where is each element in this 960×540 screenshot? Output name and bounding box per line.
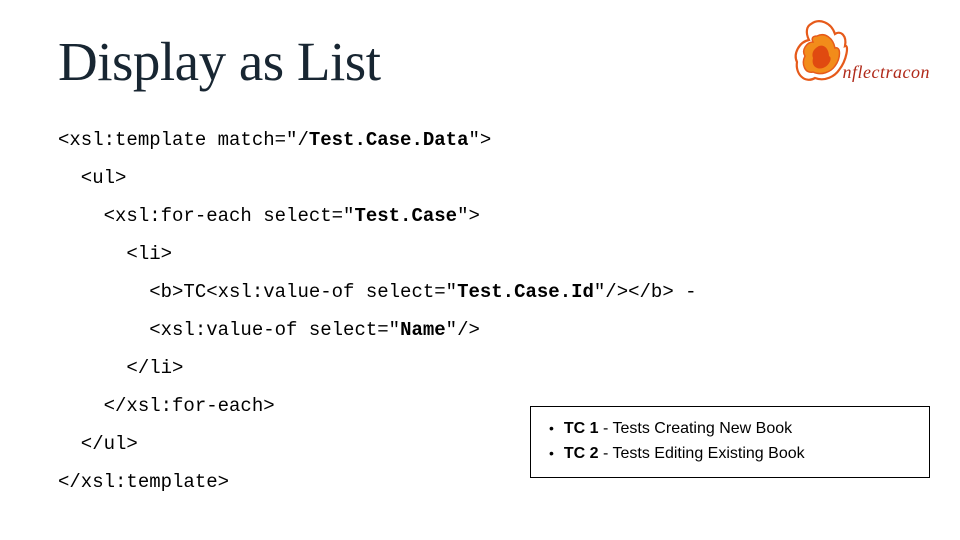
- code-text: ">: [468, 129, 491, 151]
- code-text: <xsl:value-of select=": [58, 319, 400, 341]
- slide-title: Display as List: [58, 30, 902, 93]
- output-box: • TC 1 - Tests Creating New Book • TC 2 …: [530, 406, 930, 478]
- code-bold: Test.Case.Id: [457, 281, 594, 303]
- code-text: "/>: [446, 319, 480, 341]
- bullet-icon: •: [549, 442, 554, 464]
- code-text: ">: [457, 205, 480, 227]
- code-text: </li>: [58, 357, 183, 379]
- output-name: Tests Creating New Book: [613, 420, 793, 437]
- code-text: <b>TC<xsl:value-of select=": [58, 281, 457, 303]
- code-text: <xsl:template match="/: [58, 129, 309, 151]
- code-text: <ul>: [58, 167, 126, 189]
- code-bold: Name: [400, 319, 446, 341]
- code-text: </xsl:for-each>: [58, 395, 275, 417]
- code-bold: Test.Case: [354, 205, 457, 227]
- output-id: TC 2: [564, 445, 599, 462]
- code-bold: Test.Case.Data: [309, 129, 469, 151]
- output-sep: -: [599, 445, 613, 462]
- code-text: </ul>: [58, 433, 138, 455]
- code-text: <xsl:for-each select=": [58, 205, 354, 227]
- brand-logo: nflectracon: [789, 40, 930, 86]
- output-name: Tests Editing Existing Book: [613, 445, 805, 462]
- list-item: • TC 2 - Tests Editing Existing Book: [549, 442, 915, 467]
- bullet-icon: •: [549, 417, 554, 439]
- code-text: "/></b> -: [594, 281, 697, 303]
- code-text: </xsl:template>: [58, 471, 229, 493]
- output-id: TC 1: [564, 420, 599, 437]
- code-text: <li>: [58, 243, 172, 265]
- output-sep: -: [599, 420, 613, 437]
- list-item: • TC 1 - Tests Creating New Book: [549, 417, 915, 442]
- brand-text: nflectracon: [843, 62, 930, 83]
